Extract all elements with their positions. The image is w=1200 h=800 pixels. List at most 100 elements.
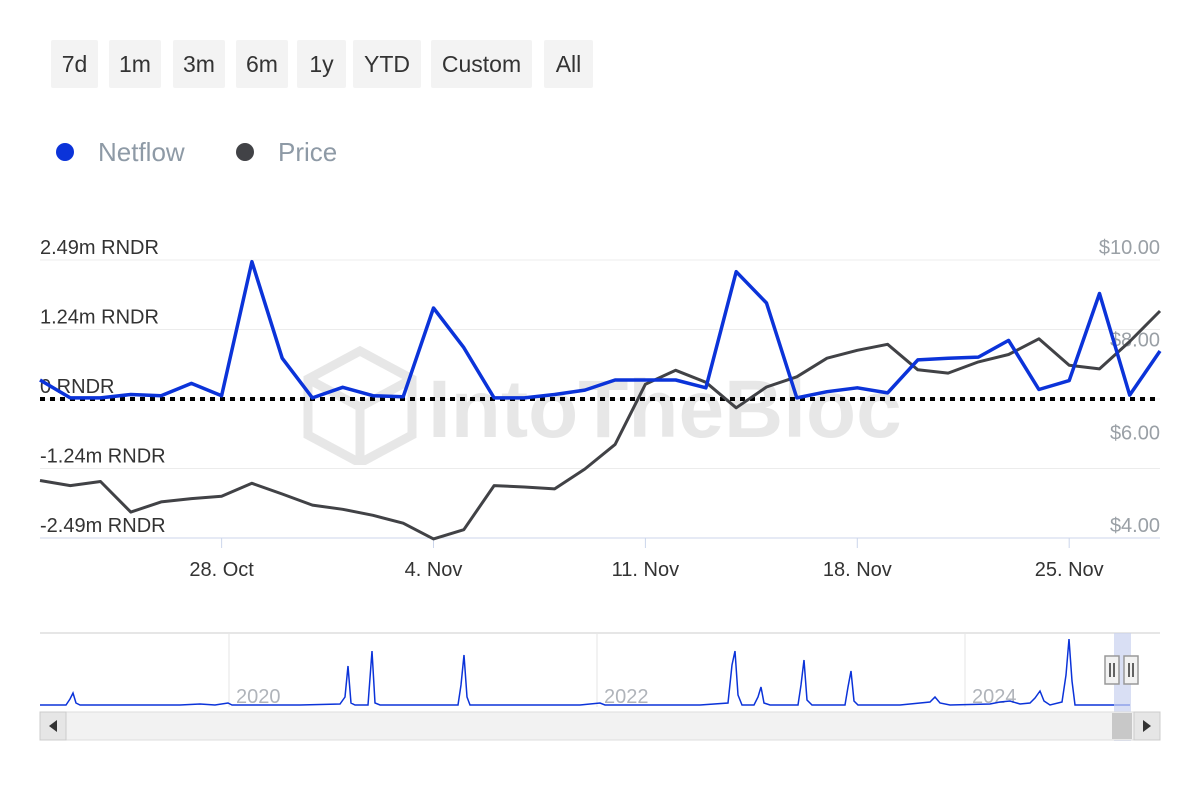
price-data-point: [128, 510, 133, 515]
y-axis-left: 2.49m RNDR1.24m RNDR0 RNDR-1.24m RNDR-2.…: [40, 237, 166, 537]
netflow-data-point: [734, 269, 739, 274]
netflow-data-point: [552, 392, 557, 397]
netflow-data-point: [128, 392, 133, 397]
netflow-data-point: [1006, 338, 1011, 343]
x-tick-label: 28. Oct: [189, 559, 254, 581]
price-dot-icon: [236, 143, 254, 161]
price-data-point: [1006, 352, 1011, 357]
range-all-button[interactable]: All: [544, 40, 593, 88]
netflow-data-point: [492, 395, 497, 400]
range-6m-button[interactable]: 6m: [236, 40, 288, 88]
y-left-tick-label: 2.49m RNDR: [40, 237, 159, 259]
price-data-point: [431, 536, 436, 541]
netflow-data-point: [915, 357, 920, 362]
navigator[interactable]: 2020 2022 2024: [0, 625, 1200, 745]
price-data-point: [825, 356, 830, 361]
netflow-dot-icon: [56, 143, 74, 161]
navigator-left-handle[interactable]: [1104, 655, 1120, 685]
netflow-data-point: [431, 306, 436, 311]
y-left-tick-label: -2.49m RNDR: [40, 515, 166, 537]
price-data-point: [492, 483, 497, 488]
navigator-series-line: [40, 638, 1130, 706]
netflow-data-point: [280, 356, 285, 361]
price-data-point: [310, 503, 315, 508]
price-data-point: [38, 478, 43, 483]
scrollbar-thumb[interactable]: [1112, 713, 1132, 739]
netflow-data-point: [1067, 378, 1072, 383]
x-tick-label: 25. Nov: [1035, 559, 1104, 581]
price-data-point: [461, 527, 466, 532]
range-ytd-button[interactable]: YTD: [353, 40, 421, 88]
netflow-data-point: [673, 378, 678, 383]
netflow-data-point: [794, 395, 799, 400]
netflow-data-point: [1158, 349, 1163, 354]
range-1m-button[interactable]: 1m: [109, 40, 161, 88]
price-data-point: [976, 359, 981, 364]
netflow-data-point: [461, 345, 466, 350]
price-data-point: [1097, 366, 1102, 371]
legend-item-netflow[interactable]: Netflow: [56, 132, 185, 172]
netflow-data-point: [38, 378, 43, 383]
legend-item-price[interactable]: Price: [236, 132, 337, 172]
x-axis: 28. Oct 4. Nov 11. Nov 18. Nov 25. Nov: [189, 538, 1104, 581]
range-7d-button[interactable]: 7d: [51, 40, 98, 88]
netflow-data-point: [219, 393, 224, 398]
y-axis-right: $10.00$8.00$6.00$4.00: [1099, 237, 1160, 537]
price-data-point: [703, 380, 708, 385]
drag-handle-icon[interactable]: [1123, 655, 1139, 685]
netflow-data-point: [249, 259, 254, 264]
x-tick-label: 11. Nov: [612, 559, 679, 581]
price-data-point: [915, 367, 920, 372]
netflow-data-point: [1127, 393, 1132, 398]
netflow-data-point: [1097, 291, 1102, 296]
price-data-point: [885, 342, 890, 347]
price-data-point: [764, 385, 769, 390]
netflow-data-point: [340, 385, 345, 390]
price-data-point: [189, 496, 194, 501]
netflow-data-point: [976, 355, 981, 360]
price-data-point: [219, 494, 224, 499]
netflow-data-point: [371, 393, 376, 398]
price-data-point: [613, 442, 618, 447]
price-data-point: [159, 499, 164, 504]
price-data-point: [522, 485, 527, 490]
price-data-point: [1036, 336, 1041, 341]
netflow-data-point: [582, 388, 587, 393]
netflow-data-point: [1036, 387, 1041, 392]
netflow-data-point: [189, 381, 194, 386]
price-data-point: [1127, 339, 1132, 344]
y-left-tick-label: -1.24m RNDR: [40, 446, 166, 468]
main-chart[interactable]: 28. Oct 4. Nov 11. Nov 18. Nov 25. Nov 2.49m…: [0, 230, 1200, 590]
netflow-data-point: [703, 385, 708, 390]
range-1y-button[interactable]: 1y: [297, 40, 346, 88]
price-series-line[interactable]: [39, 309, 1162, 541]
netflow-data-point: [825, 389, 830, 394]
netflow-data-point: [159, 393, 164, 398]
netflow-data-point: [522, 395, 527, 400]
price-data-point: [1067, 363, 1072, 368]
price-data-point: [734, 405, 739, 410]
price-data-point: [371, 513, 376, 518]
netflow-data-point: [946, 356, 951, 361]
price-data-point: [280, 492, 285, 497]
price-data-point: [1158, 309, 1163, 314]
price-data-point: [340, 507, 345, 512]
navigator-right-handle[interactable]: [1123, 655, 1139, 685]
netflow-data-point: [613, 378, 618, 383]
price-data-point: [552, 486, 557, 491]
y-left-tick-label: 1.24m RNDR: [40, 307, 159, 329]
y-right-tick-label: $6.00: [1110, 422, 1160, 444]
price-data-point: [794, 374, 799, 379]
scrollbar-track[interactable]: [39, 711, 1161, 741]
y-right-tick-label: $4.00: [1110, 515, 1160, 537]
netflow-data-point: [855, 385, 860, 390]
legend-label-price: Price: [278, 136, 338, 167]
y-right-tick-label: $10.00: [1099, 237, 1160, 259]
netflow-data-point: [310, 395, 315, 400]
netflow-data-point: [401, 394, 406, 399]
range-3m-button[interactable]: 3m: [173, 40, 225, 88]
drag-handle-icon[interactable]: [1104, 655, 1120, 685]
x-tick-label: 4. Nov: [405, 559, 463, 581]
range-custom-button[interactable]: Custom: [431, 40, 532, 88]
netflow-data-point: [98, 395, 103, 400]
